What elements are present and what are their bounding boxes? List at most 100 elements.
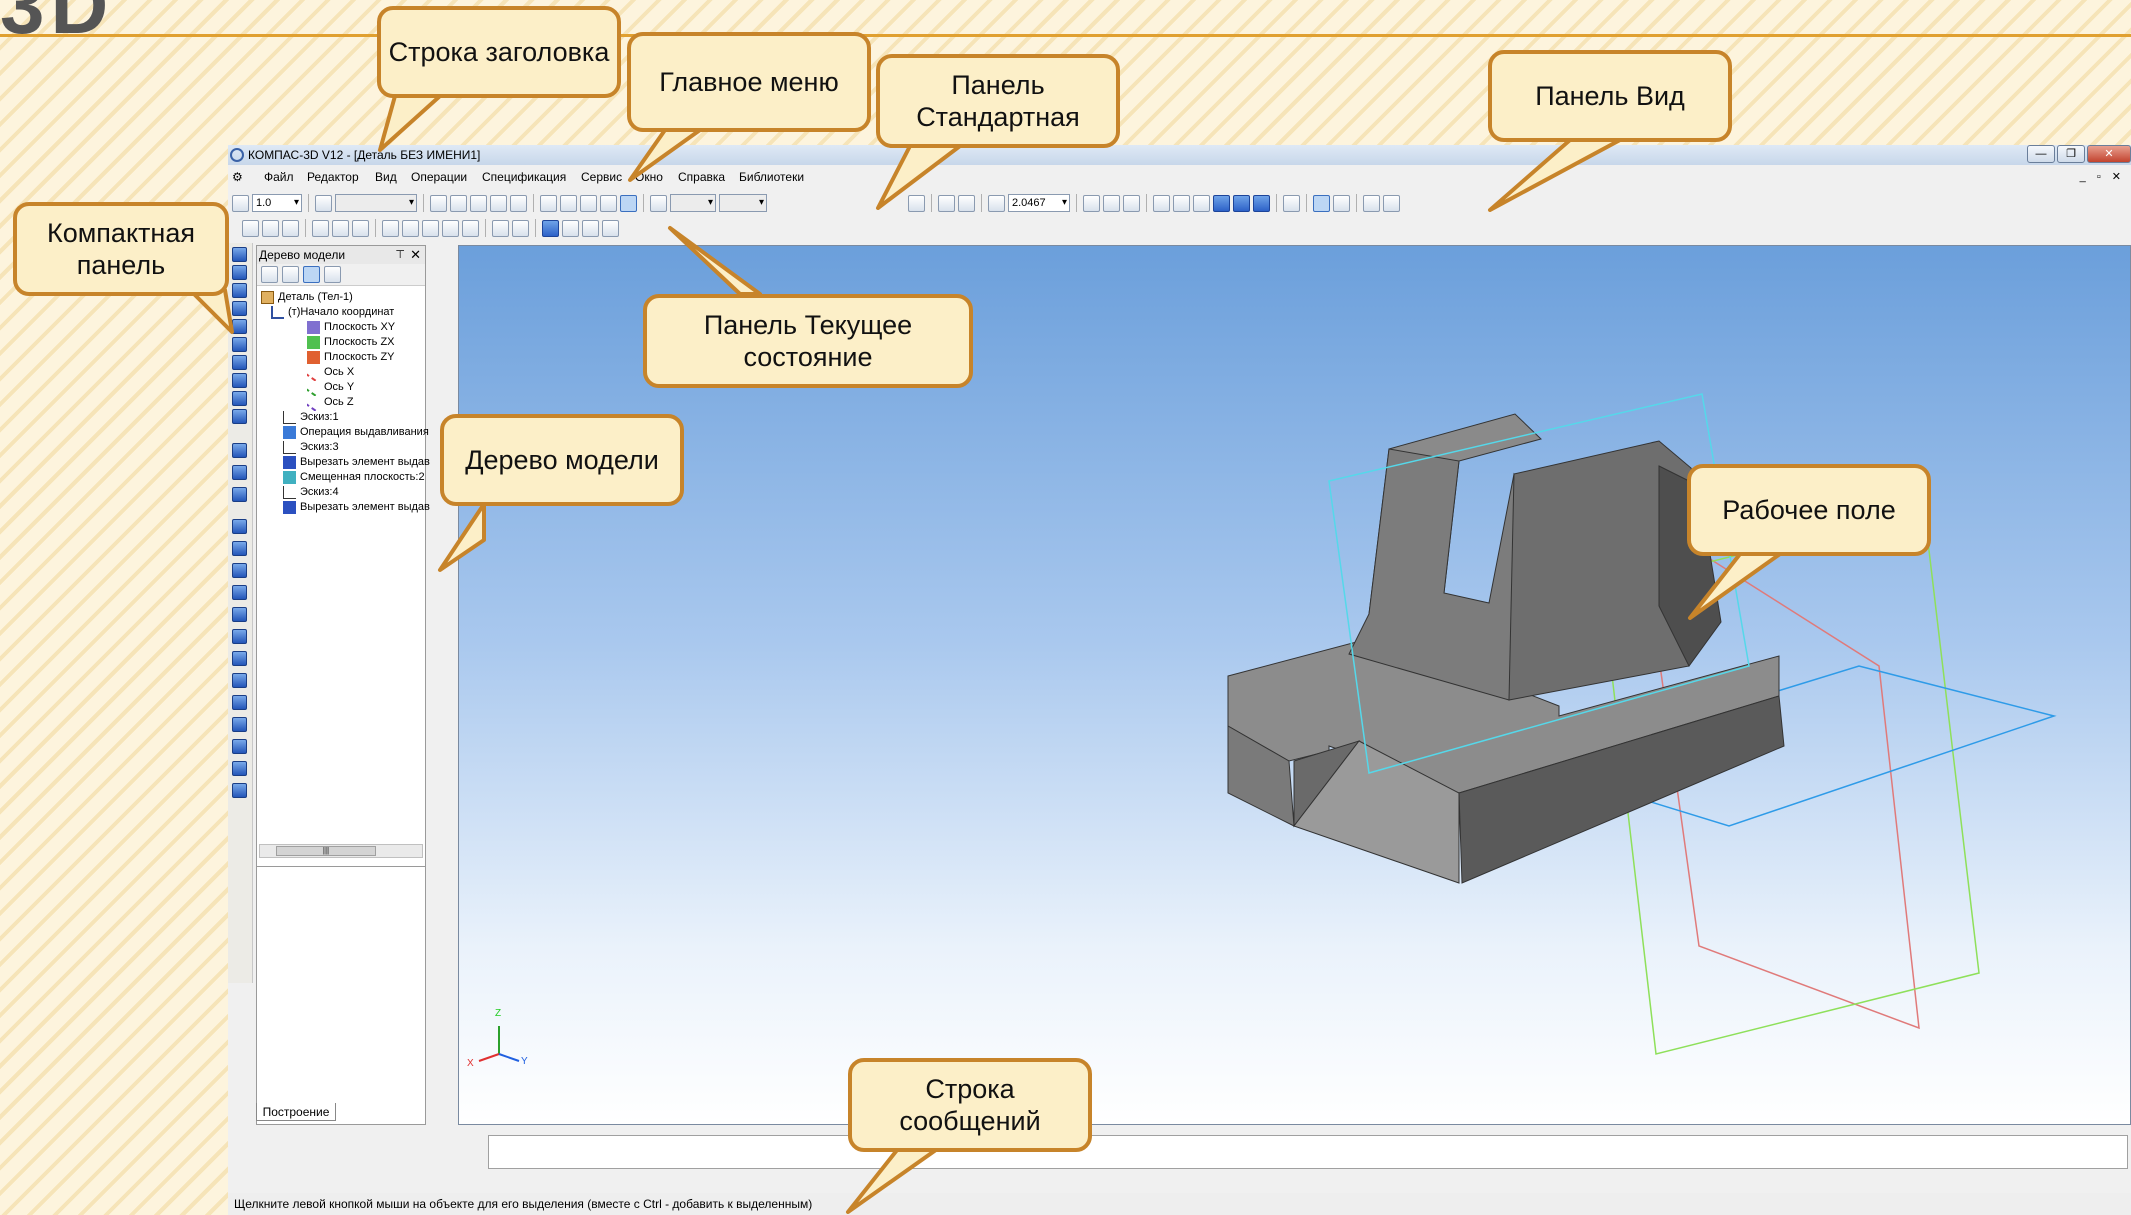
rotate-op-icon[interactable] (232, 465, 247, 480)
new-file-icon[interactable] (242, 219, 259, 237)
paste-icon[interactable] (422, 219, 439, 237)
split-icon[interactable] (232, 761, 247, 776)
maximize-button[interactable]: ❐ (2057, 145, 2085, 163)
draft-icon[interactable] (232, 651, 247, 666)
halftone-edges-icon[interactable] (1233, 194, 1250, 212)
scrollbar-thumb[interactable]: ||| (276, 846, 376, 856)
halftone-icon[interactable] (1213, 194, 1230, 212)
symbols-tool-icon[interactable] (232, 337, 247, 352)
orientation-icon[interactable] (1123, 194, 1140, 212)
tree-view-icon[interactable] (303, 266, 320, 283)
coord-y-field[interactable] (719, 194, 767, 212)
orient-icon[interactable] (510, 194, 527, 212)
preview-icon[interactable] (332, 219, 349, 237)
perspective-icon[interactable] (1253, 194, 1270, 212)
spec-tool-icon[interactable] (232, 391, 247, 406)
rib-icon[interactable] (232, 607, 247, 622)
zoom-combo[interactable]: 2.0467 (1008, 194, 1070, 212)
tree-node-cut-2[interactable]: Вырезать элемент выдав (283, 498, 430, 516)
state-combo[interactable] (335, 194, 417, 212)
show-objects-icon[interactable] (1313, 194, 1330, 212)
redo-icon[interactable] (512, 219, 529, 237)
fillet-icon[interactable] (232, 563, 247, 578)
hidden-lines-icon[interactable] (1173, 194, 1190, 212)
round-icon[interactable] (580, 194, 597, 212)
step-combo[interactable]: 1.0 (252, 194, 302, 212)
tree-structure-icon[interactable] (282, 266, 299, 283)
manager-icon[interactable] (542, 219, 559, 237)
ortho-icon[interactable] (560, 194, 577, 212)
menu-specification[interactable]: Спецификация (482, 167, 566, 187)
mdi-controls[interactable]: _ ▫ ✕ (2080, 167, 2125, 187)
menu-window[interactable]: Окно (635, 167, 663, 187)
shell-icon[interactable] (232, 629, 247, 644)
menu-doc-icon[interactable]: ⚙ (232, 167, 243, 187)
tab-construction[interactable]: Построение (256, 1103, 336, 1121)
zoom-scale-icon[interactable] (988, 194, 1005, 212)
wireframe-icon[interactable] (1153, 194, 1170, 212)
print-icon[interactable] (312, 219, 329, 237)
kinematic-icon[interactable] (232, 487, 247, 502)
function-icon[interactable] (582, 219, 599, 237)
library-icon[interactable] (462, 219, 479, 237)
thread-icon[interactable] (232, 783, 247, 798)
surface-tool-icon[interactable] (232, 283, 247, 298)
dimension-tool-icon[interactable] (232, 319, 247, 334)
menu-help[interactable]: Справка (678, 167, 725, 187)
tree-split-icon[interactable] (324, 266, 341, 283)
erase-icon[interactable] (490, 194, 507, 212)
curve-tool-icon[interactable] (232, 265, 247, 280)
mirror-icon[interactable] (232, 717, 247, 732)
local-cs-icon[interactable] (450, 194, 467, 212)
undo-icon[interactable] (492, 219, 509, 237)
coord-x-field[interactable] (670, 194, 716, 212)
zoom-window-icon[interactable] (908, 194, 925, 212)
menu-libraries[interactable]: Библиотеки (739, 167, 804, 187)
open-file-icon[interactable] (262, 219, 279, 237)
report-tool-icon[interactable] (232, 409, 247, 424)
sketch-icon[interactable] (430, 194, 447, 212)
variables-icon[interactable] (562, 219, 579, 237)
tree-horizontal-scrollbar[interactable]: ||| (259, 844, 423, 858)
measure-tool-icon[interactable] (232, 355, 247, 370)
pin-icon[interactable]: ⊤ (395, 246, 405, 264)
grid-icon[interactable] (540, 194, 557, 212)
filter-tool-icon[interactable] (232, 373, 247, 388)
menu-service[interactable]: Сервис (581, 167, 622, 187)
tree-close-icon[interactable]: ✕ (410, 246, 421, 264)
hole-icon[interactable] (232, 673, 247, 688)
chamfer-icon[interactable] (232, 585, 247, 600)
copy-icon[interactable] (402, 219, 419, 237)
array-icon[interactable] (232, 695, 247, 710)
section-op-icon[interactable] (232, 739, 247, 754)
aux-geometry-icon[interactable] (232, 301, 247, 316)
menu-view[interactable]: Вид (375, 167, 397, 187)
format-icon[interactable] (442, 219, 459, 237)
cut-rotate-icon[interactable] (232, 541, 247, 556)
help-icon[interactable] (602, 219, 619, 237)
pan-icon[interactable] (1083, 194, 1100, 212)
menu-file[interactable]: Файл (264, 167, 294, 187)
section-icon[interactable] (1333, 194, 1350, 212)
extrude-icon[interactable] (232, 443, 247, 458)
cut-extrude-icon[interactable] (232, 519, 247, 534)
refresh-icon[interactable] (1383, 194, 1400, 212)
close-button[interactable]: ✕ (2087, 145, 2131, 163)
menu-editor[interactable]: Редактор (307, 167, 359, 187)
tree-order-icon[interactable] (261, 266, 278, 283)
cut-icon[interactable] (382, 219, 399, 237)
save-icon[interactable] (282, 219, 299, 237)
edit-icon[interactable] (470, 194, 487, 212)
filter-icon[interactable] (1283, 194, 1300, 212)
snap-icon[interactable] (620, 194, 637, 212)
tree-toggle-icon[interactable] (1363, 194, 1380, 212)
angle-icon[interactable] (600, 194, 617, 212)
thin-lines-icon[interactable] (1193, 194, 1210, 212)
menu-operations[interactable]: Операции (411, 167, 467, 187)
zoom-in-icon[interactable] (938, 194, 955, 212)
coords-icon[interactable] (650, 194, 667, 212)
rotate-icon[interactable] (1103, 194, 1120, 212)
layer-icon[interactable] (315, 194, 332, 212)
step-cursor-icon[interactable] (232, 194, 249, 212)
zoom-out-icon[interactable] (958, 194, 975, 212)
